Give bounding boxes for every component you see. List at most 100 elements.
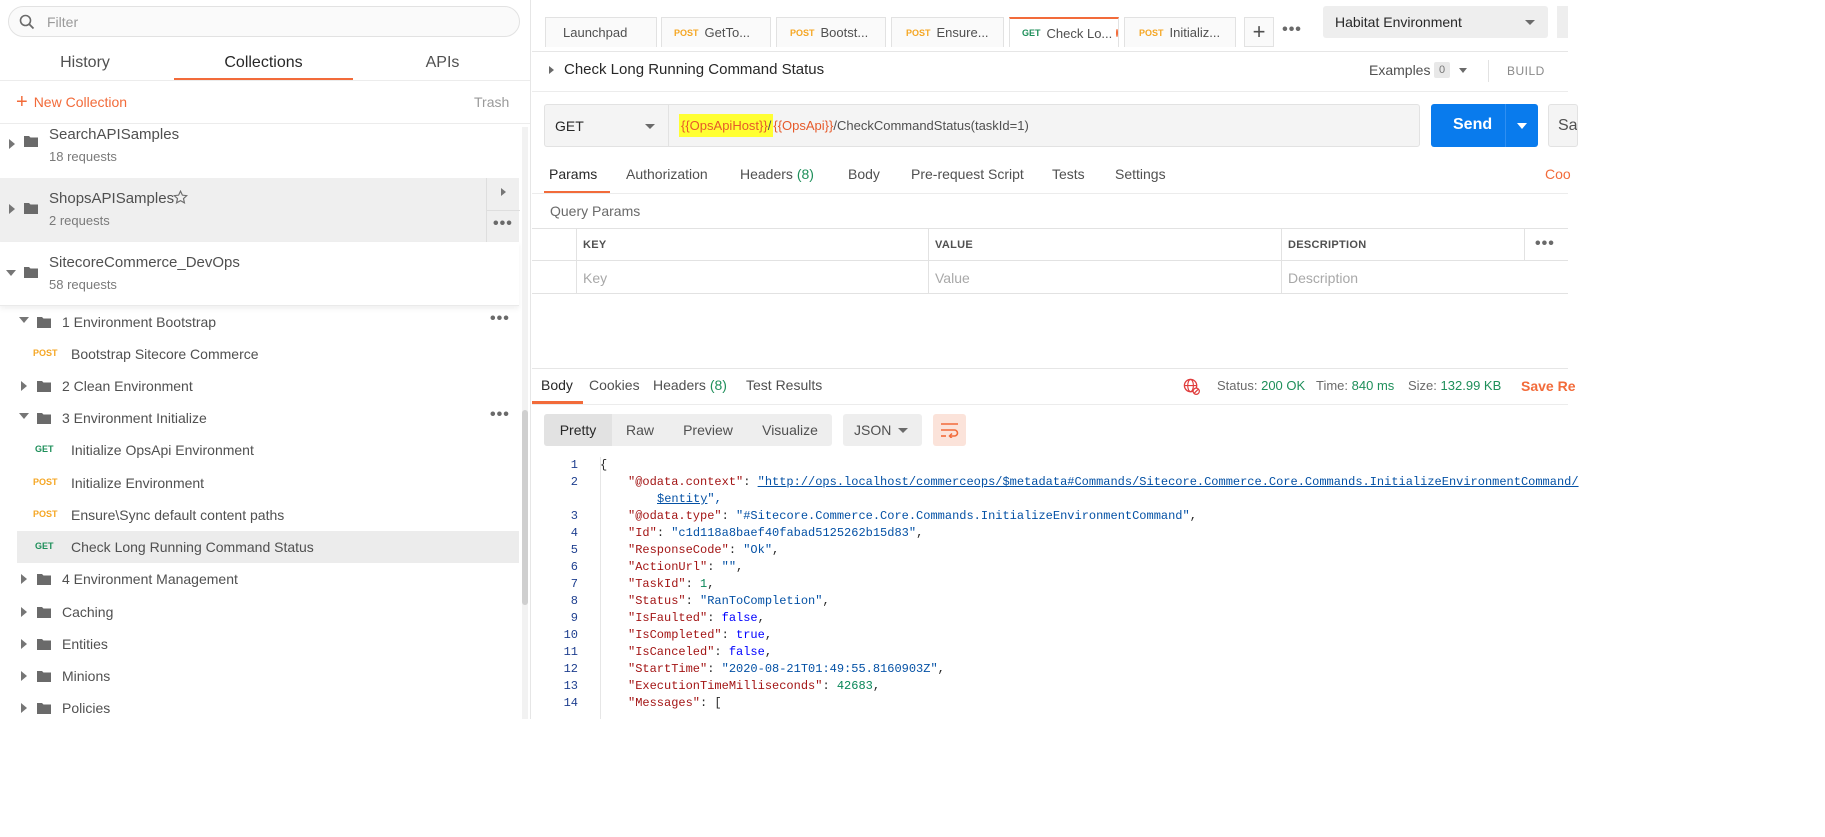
format-visualize-button[interactable]: Visualize bbox=[748, 414, 832, 446]
request-ensure-sync[interactable]: POST Ensure\Sync default content paths bbox=[0, 499, 519, 531]
tab-response-body[interactable]: Body bbox=[532, 377, 583, 404]
folder-environment-initialize[interactable]: 3 Environment Initialize ••• bbox=[0, 402, 519, 434]
request-initialize-environment[interactable]: POST Initialize Environment bbox=[0, 467, 519, 499]
examples-count-badge: 0 bbox=[1434, 62, 1450, 78]
tab-tests[interactable]: Tests bbox=[1052, 166, 1085, 193]
folder-environment-bootstrap[interactable]: 1 Environment Bootstrap ••• bbox=[0, 306, 519, 338]
url-input[interactable]: {{OpsApiHost}}/{{OpsApi}}/CheckCommandSt… bbox=[668, 104, 1420, 147]
query-params-title: Query Params bbox=[550, 203, 641, 219]
tab-body[interactable]: Body bbox=[848, 166, 880, 193]
language-select[interactable]: JSON bbox=[843, 414, 922, 446]
collection-shopsapisamples[interactable]: ShopsAPISamples 2 requests ••• bbox=[0, 178, 520, 242]
star-icon[interactable] bbox=[173, 190, 188, 205]
more-icon[interactable]: ••• bbox=[1535, 235, 1555, 253]
tab-response-cookies[interactable]: Cookies bbox=[589, 377, 640, 403]
time-value: 840 ms bbox=[1351, 378, 1395, 393]
build-button[interactable]: BUILD bbox=[1507, 64, 1545, 78]
tab-label: Bootst... bbox=[820, 25, 869, 40]
folder-label: Policies bbox=[62, 700, 111, 716]
tab-ensure[interactable]: POST Ensure... bbox=[891, 17, 1004, 47]
trash-link[interactable]: Trash bbox=[474, 94, 509, 110]
tab-settings[interactable]: Settings bbox=[1115, 166, 1166, 193]
new-collection-button[interactable]: + New Collection bbox=[16, 91, 127, 113]
caret-right-icon[interactable] bbox=[9, 204, 15, 214]
tab-headers[interactable]: Headers (8) bbox=[740, 166, 814, 193]
tab-authorization[interactable]: Authorization bbox=[626, 166, 708, 193]
tab-response-headers[interactable]: Headers (8) bbox=[653, 377, 727, 403]
url-slash: / bbox=[767, 118, 772, 133]
environment-quick-look-button[interactable] bbox=[1557, 6, 1568, 38]
tab-gettoken[interactable]: POST GetTo... bbox=[661, 17, 771, 47]
environment-select[interactable]: Habitat Environment bbox=[1323, 6, 1548, 38]
folder-entities[interactable]: Entities bbox=[0, 628, 519, 660]
folder-minions[interactable]: Minions bbox=[0, 660, 519, 692]
caret-right-icon[interactable] bbox=[21, 607, 27, 617]
caret-right-icon[interactable] bbox=[9, 139, 15, 149]
folder-icon bbox=[37, 702, 51, 714]
filter-input[interactable] bbox=[47, 12, 507, 32]
tab-history[interactable]: History bbox=[30, 52, 140, 80]
language-value: JSON bbox=[854, 422, 892, 438]
caret-right-icon[interactable] bbox=[21, 639, 27, 649]
request-initialize-opsapi[interactable]: GET Initialize OpsApi Environment bbox=[0, 434, 519, 466]
folder-icon bbox=[37, 412, 51, 424]
more-icon[interactable]: ••• bbox=[493, 216, 513, 232]
chevron-down-icon[interactable] bbox=[1517, 123, 1527, 129]
tab-check-status[interactable]: GET Check Lo... bbox=[1009, 17, 1119, 47]
caret-right-icon[interactable] bbox=[21, 671, 27, 681]
chevron-down-icon bbox=[1525, 20, 1535, 25]
response-size: Size: 132.99 KB bbox=[1408, 378, 1501, 393]
wrap-lines-button[interactable] bbox=[933, 414, 966, 446]
caret-right-icon[interactable] bbox=[21, 381, 27, 391]
request-check-long-running-status[interactable]: GET Check Long Running Command Status bbox=[17, 531, 519, 563]
description-input[interactable]: Description bbox=[1288, 270, 1358, 286]
format-pretty-button[interactable]: Pretty bbox=[544, 414, 612, 446]
examples-dropdown[interactable]: Examples bbox=[1369, 62, 1430, 78]
divider bbox=[532, 368, 1568, 369]
cookies-link[interactable]: Coo bbox=[1545, 166, 1571, 182]
tab-launchpad[interactable]: Launchpad bbox=[545, 17, 657, 47]
request-bootstrap-sitecore-commerce[interactable]: POST Bootstrap Sitecore Commerce bbox=[0, 338, 519, 370]
scrollbar-thumb[interactable] bbox=[522, 410, 528, 605]
folder-caching[interactable]: Caching bbox=[0, 596, 519, 628]
folder-clean-environment[interactable]: 2 Clean Environment bbox=[0, 370, 519, 402]
tab-collections[interactable]: Collections bbox=[174, 52, 353, 81]
expand-arrow-icon[interactable] bbox=[501, 188, 506, 196]
filter-box[interactable] bbox=[8, 6, 520, 37]
caret-right-icon[interactable] bbox=[549, 66, 554, 74]
tab-more-icon[interactable]: ••• bbox=[1278, 17, 1306, 47]
method-badge: POST bbox=[33, 477, 58, 487]
caret-right-icon[interactable] bbox=[21, 574, 27, 584]
tab-params[interactable]: Params bbox=[544, 166, 610, 194]
send-button[interactable]: Send bbox=[1431, 104, 1538, 147]
odata-context-link[interactable]: "http://ops.localhost/commerceops/$metad… bbox=[758, 475, 1579, 489]
tab-apis[interactable]: APIs bbox=[390, 52, 495, 80]
method-select[interactable]: GET bbox=[544, 104, 668, 147]
caret-down-icon[interactable] bbox=[19, 317, 29, 323]
new-tab-button[interactable]: + bbox=[1244, 17, 1274, 47]
caret-down-icon[interactable] bbox=[6, 270, 16, 276]
more-icon[interactable]: ••• bbox=[490, 310, 510, 328]
tab-label: GetTo... bbox=[704, 25, 751, 40]
request-label: Check Long Running Command Status bbox=[71, 539, 314, 555]
format-preview-button[interactable]: Preview bbox=[668, 414, 748, 446]
save-button[interactable]: Sa bbox=[1548, 104, 1578, 147]
folder-policies[interactable]: Policies bbox=[0, 692, 519, 719]
save-response-button[interactable]: Save Re bbox=[1521, 378, 1575, 394]
caret-down-icon[interactable] bbox=[19, 413, 29, 419]
key-input[interactable]: Key bbox=[583, 270, 607, 286]
tab-initialize[interactable]: POST Initializ... bbox=[1124, 17, 1236, 47]
globe-icon[interactable] bbox=[1183, 378, 1200, 395]
divider bbox=[532, 404, 1568, 405]
odata-context-link[interactable]: $entity bbox=[657, 492, 707, 506]
value-input[interactable]: Value bbox=[935, 270, 970, 286]
chevron-down-icon[interactable] bbox=[1459, 68, 1467, 73]
tab-bootstrap[interactable]: POST Bootst... bbox=[776, 17, 886, 47]
format-raw-button[interactable]: Raw bbox=[612, 414, 668, 446]
more-icon[interactable]: ••• bbox=[490, 406, 510, 424]
folder-environment-management[interactable]: 4 Environment Management bbox=[0, 563, 519, 595]
tab-test-results[interactable]: Test Results bbox=[746, 377, 822, 403]
collection-sitecorecommerce-devops[interactable]: SitecoreCommerce_DevOps 58 requests bbox=[0, 242, 519, 306]
tab-prerequest-script[interactable]: Pre-request Script bbox=[911, 166, 1024, 193]
caret-right-icon[interactable] bbox=[21, 703, 27, 713]
